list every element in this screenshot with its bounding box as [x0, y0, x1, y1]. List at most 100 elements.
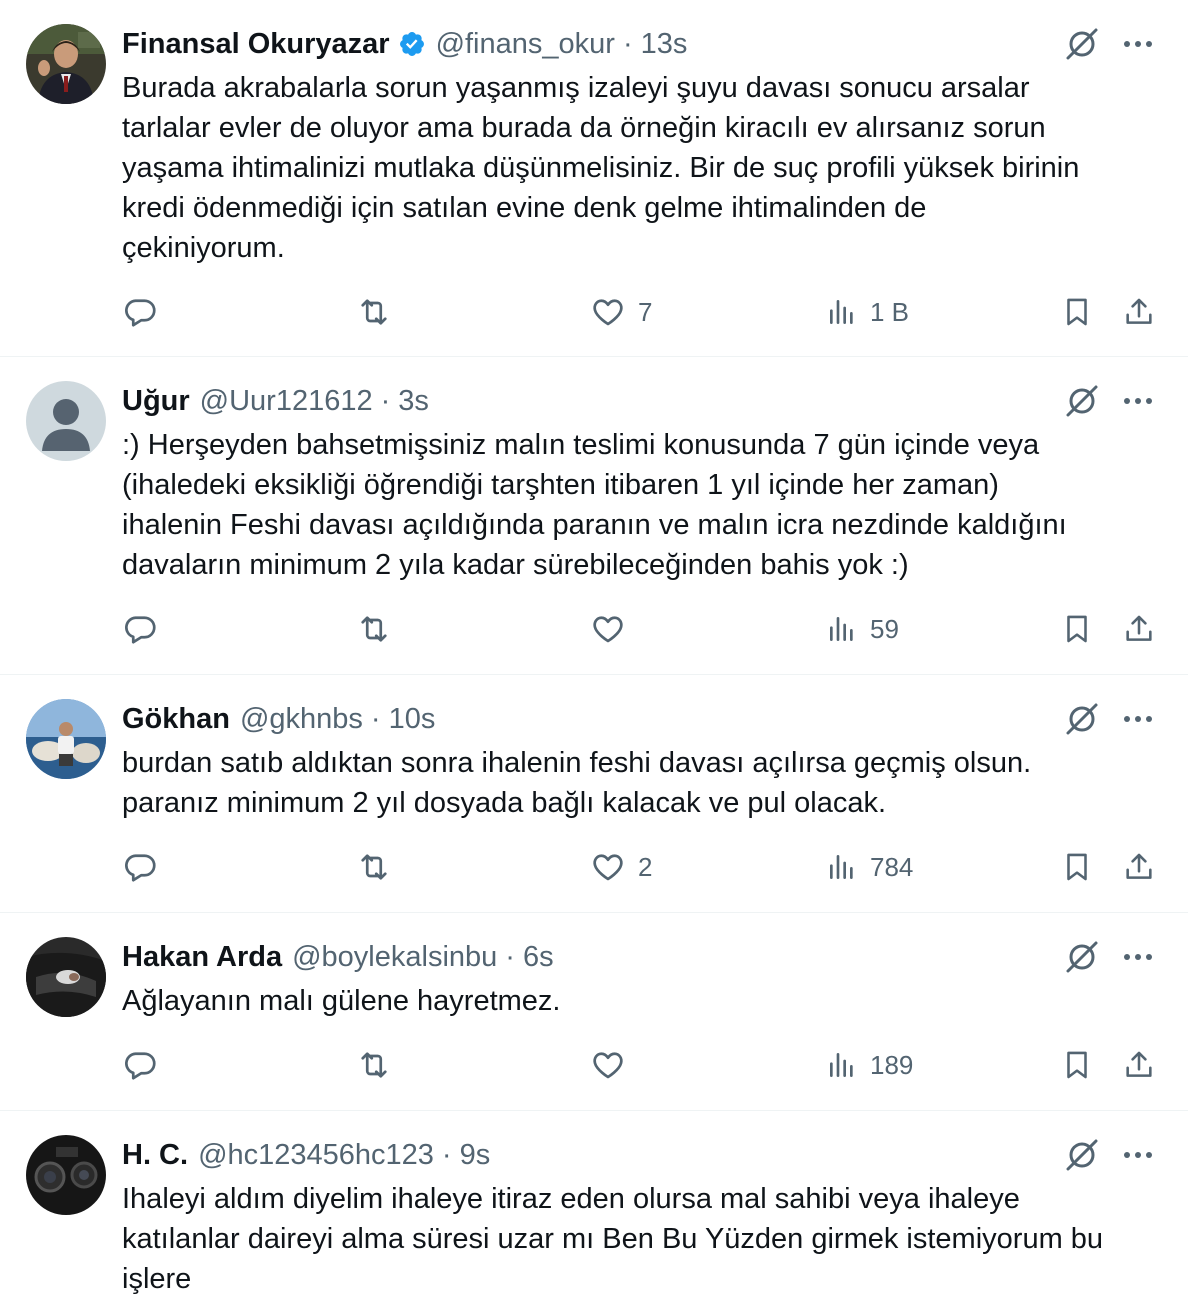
- tweet-text-line: Burada akrabalarla sorun yaşanmış izaley…: [122, 72, 1030, 104]
- bookmark-button[interactable]: [1060, 292, 1094, 332]
- tweet[interactable]: H. C. @hc123456hc123 · 9s Ihaleyi aldım …: [0, 1111, 1188, 1314]
- tweet[interactable]: Hakan Arda @boylekalsinbu · 6s Ağlayanın…: [0, 913, 1188, 1111]
- more-icon[interactable]: [1120, 699, 1156, 739]
- share-button[interactable]: [1122, 847, 1156, 887]
- more-icon[interactable]: [1120, 1135, 1156, 1175]
- timestamp[interactable]: 9s: [460, 1139, 491, 1172]
- avatar[interactable]: [26, 1135, 106, 1215]
- view-count: 189: [870, 1049, 914, 1080]
- grok-icon[interactable]: [1064, 699, 1100, 739]
- author-name[interactable]: Hakan Arda: [122, 941, 282, 974]
- tweet-top-actions: [1064, 699, 1156, 739]
- tweet[interactable]: Finansal Okuryazar @finans_okur · 13s Bu…: [0, 0, 1188, 357]
- tweet-top-actions: [1064, 937, 1156, 977]
- share-icon: [1126, 615, 1152, 641]
- views-button[interactable]: 1 B: [826, 292, 909, 332]
- views-button[interactable]: 59: [826, 609, 899, 649]
- timestamp[interactable]: 3s: [398, 385, 429, 418]
- like-button[interactable]: [590, 1045, 638, 1085]
- tweet-header: H. C. @hc123456hc123 · 9s: [122, 1133, 490, 1177]
- author-name[interactable]: Finansal Okuryazar: [122, 28, 390, 61]
- author-handle[interactable]: @boylekalsinbu: [292, 941, 497, 974]
- reply-button[interactable]: [122, 292, 158, 332]
- action-bar: 7 1 B: [122, 292, 1156, 332]
- retweet-icon: [361, 299, 387, 325]
- tweet-top-actions: [1064, 1135, 1156, 1175]
- author-handle[interactable]: @hc123456hc123: [198, 1139, 434, 1172]
- tweet-text: :) Herşeyden bahsetmişsiniz malın teslim…: [122, 425, 1162, 585]
- author-name[interactable]: H. C.: [122, 1139, 188, 1172]
- tweet-text: Burada akrabalarla sorun yaşanmış izaley…: [122, 68, 1162, 268]
- author-handle[interactable]: @gkhnbs: [240, 703, 363, 736]
- tweet-header: Finansal Okuryazar @finans_okur · 13s: [122, 22, 687, 66]
- bookmark-button[interactable]: [1060, 1045, 1094, 1085]
- tweet-top-actions: [1064, 381, 1156, 421]
- author-handle[interactable]: @finans_okur: [436, 28, 615, 61]
- tweet-top-actions: [1064, 24, 1156, 64]
- grok-icon[interactable]: [1064, 24, 1100, 64]
- view-count: 59: [870, 613, 899, 644]
- tweet-text: burdan satıb aldıktan sonra ihalenin fes…: [122, 743, 1162, 823]
- retweet-button[interactable]: [356, 847, 392, 887]
- like-button[interactable]: 2: [590, 847, 652, 887]
- retweet-button[interactable]: [356, 609, 392, 649]
- reply-button[interactable]: [122, 1045, 158, 1085]
- tweet[interactable]: Gökhan @gkhnbs · 10s burdan satıb aldıkt…: [0, 675, 1188, 913]
- more-icon[interactable]: [1120, 381, 1156, 421]
- more-icon[interactable]: [1120, 937, 1156, 977]
- avatar[interactable]: [26, 699, 106, 779]
- share-button[interactable]: [1122, 292, 1156, 332]
- grok-icon[interactable]: [1064, 381, 1100, 421]
- grok-icon[interactable]: [1064, 937, 1100, 977]
- like-icon: [593, 616, 623, 643]
- bookmark-button[interactable]: [1060, 609, 1094, 649]
- avatar[interactable]: [26, 24, 106, 104]
- retweet-button[interactable]: [356, 292, 392, 332]
- views-button[interactable]: 189: [826, 1045, 913, 1085]
- reply-button[interactable]: [122, 847, 158, 887]
- like-button[interactable]: [590, 609, 638, 649]
- tweet-text: Ağlayanın malı gülene hayretmez.: [122, 981, 1162, 1021]
- tweet-header: Gökhan @gkhnbs · 10s: [122, 697, 435, 741]
- tweet-text-line: davaların minimum 2 yıla kadar sürebilec…: [122, 549, 909, 581]
- separator-dot: ·: [380, 384, 391, 417]
- bookmark-icon: [1067, 298, 1087, 326]
- tweet-text-line: yaşama ihtimalinizi mutlaka düşünmelisin…: [122, 152, 1080, 184]
- timeline-feed: Finansal Okuryazar @finans_okur · 13s Bu…: [0, 0, 1188, 1314]
- timestamp[interactable]: 13s: [641, 28, 688, 61]
- tweet-text-line: paranız minimum 2 yıl dosyada bağlı kala…: [122, 787, 887, 819]
- author-handle[interactable]: @Uur121612: [200, 385, 373, 418]
- views-icon: [830, 300, 853, 324]
- share-button[interactable]: [1122, 609, 1156, 649]
- separator-dot: ·: [622, 27, 633, 60]
- bookmark-icon: [1067, 853, 1087, 881]
- tweet-text-line: işlere: [122, 1263, 192, 1295]
- tweet-text-line: katılanlar daireyi alma süresi uzar mı B…: [122, 1223, 1104, 1255]
- tweet-text-line: kredi ödenmediği için satılan evine denk…: [122, 192, 927, 224]
- retweet-button[interactable]: [356, 1045, 392, 1085]
- grok-icon[interactable]: [1064, 1135, 1100, 1175]
- author-name[interactable]: Gökhan: [122, 703, 230, 736]
- reply-button[interactable]: [122, 609, 158, 649]
- timestamp[interactable]: 10s: [389, 703, 436, 736]
- more-icon[interactable]: [1120, 24, 1156, 64]
- share-icon: [1126, 1051, 1152, 1077]
- author-name[interactable]: Uğur: [122, 385, 190, 418]
- like-icon: [593, 854, 623, 881]
- avatar[interactable]: [26, 937, 106, 1017]
- action-bar: 189: [122, 1045, 1156, 1085]
- views-button[interactable]: 784: [826, 847, 913, 887]
- tweet-header: Uğur @Uur121612 · 3s: [122, 379, 429, 423]
- like-button[interactable]: 7: [590, 292, 652, 332]
- share-button[interactable]: [1122, 1045, 1156, 1085]
- tweet[interactable]: Uğur @Uur121612 · 3s :) Herşeyden bahset…: [0, 357, 1188, 675]
- timestamp[interactable]: 6s: [523, 941, 554, 974]
- avatar[interactable]: [26, 381, 106, 461]
- tweet-text: Ihaleyi aldım diyelim ihaleye itiraz ede…: [122, 1179, 1162, 1299]
- like-count: 2: [638, 851, 653, 882]
- retweet-icon: [361, 616, 387, 642]
- reply-icon: [125, 616, 156, 644]
- views-icon: [830, 1053, 853, 1077]
- like-count: 7: [638, 296, 653, 327]
- bookmark-button[interactable]: [1060, 847, 1094, 887]
